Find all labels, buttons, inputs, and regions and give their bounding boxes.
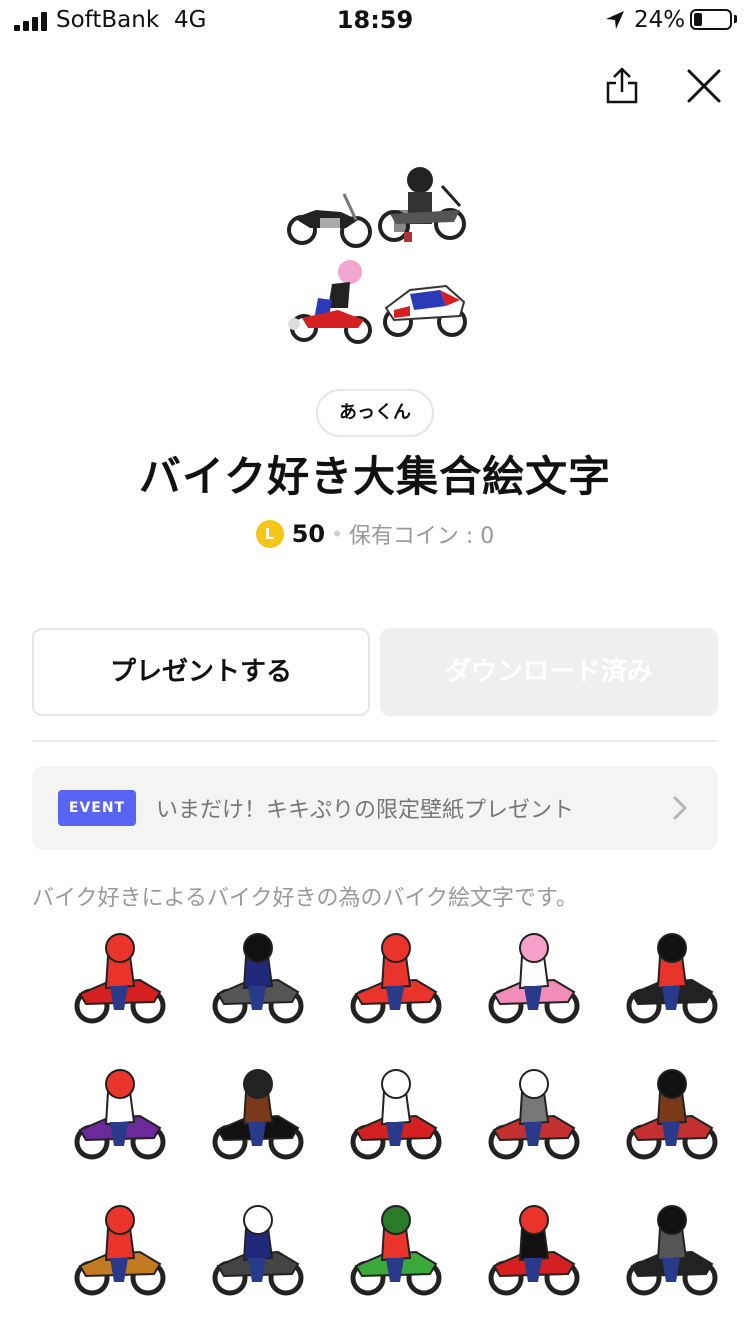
separator-dot: • [331, 522, 343, 546]
owned-coins: 保有コイン : 0 [348, 524, 495, 549]
battery-icon [690, 9, 732, 30]
preview-bike-race [383, 284, 467, 337]
emoji-item[interactable] [484, 1202, 584, 1302]
price-value: 50 [291, 520, 326, 548]
emoji-item[interactable] [622, 930, 722, 1030]
coin-icon: L [255, 520, 284, 548]
emoji-item[interactable] [484, 1066, 584, 1166]
author-chip[interactable]: あっくん [316, 389, 434, 437]
emoji-item[interactable] [70, 1202, 170, 1302]
status-bar: SoftBank 4G 18:59 24% [0, 0, 750, 44]
emoji-item[interactable] [622, 1202, 722, 1302]
emoji-item[interactable] [346, 930, 446, 1030]
preview-bike-cruiser [287, 193, 372, 248]
share-icon[interactable] [600, 64, 644, 108]
emoji-item[interactable] [208, 1066, 308, 1166]
battery-percent: 24% [634, 7, 686, 33]
download-button: ダウンロード済み [380, 628, 718, 716]
event-badge: EVENT [58, 790, 136, 826]
gift-button[interactable]: プレゼントする [32, 628, 370, 716]
battery-cap [734, 15, 737, 23]
emoji-grid [30, 920, 720, 1320]
emoji-item[interactable] [208, 1202, 308, 1302]
preview-rider-dark [378, 167, 466, 242]
emoji-item[interactable] [70, 1066, 170, 1166]
price-row: L 50 • 保有コイン : 0 [0, 518, 750, 558]
event-banner[interactable]: EVENT いまだけ！キキぷりの限定壁紙プレゼント [32, 766, 718, 850]
emoji-item[interactable] [484, 930, 584, 1030]
preview-rider-pink [288, 260, 372, 344]
battery-level [694, 13, 702, 26]
pack-title: バイク好き大集合絵文字 [138, 452, 612, 501]
emoji-item[interactable] [208, 930, 308, 1030]
location-icon [606, 11, 624, 29]
chevron-right-icon [673, 796, 688, 820]
event-text: いまだけ！キキぷりの限定壁紙プレゼント [156, 798, 575, 823]
pack-preview-image [287, 167, 467, 344]
emoji-item[interactable] [70, 930, 170, 1030]
divider [32, 740, 718, 742]
close-icon[interactable] [682, 64, 726, 108]
pack-description: バイク好きによるバイク好きの為のバイク絵文字です。 [32, 886, 578, 911]
emoji-item[interactable] [346, 1202, 446, 1302]
emoji-item[interactable] [622, 1066, 722, 1166]
emoji-item[interactable] [346, 1066, 446, 1166]
